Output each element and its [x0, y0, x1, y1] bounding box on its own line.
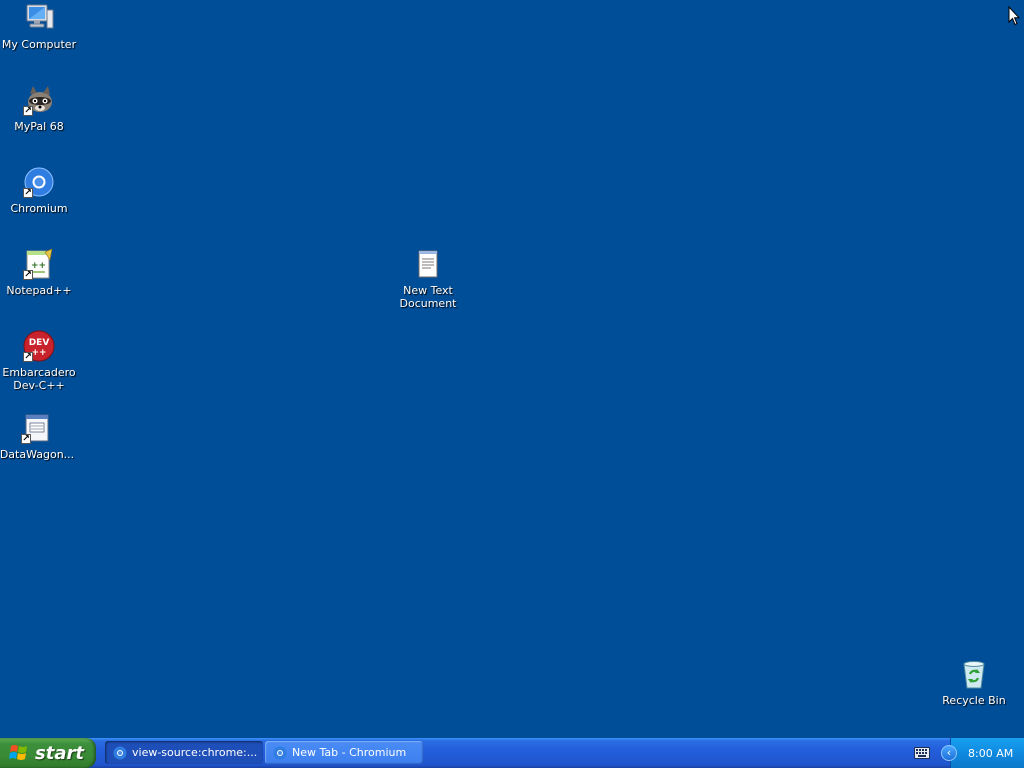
desktop-icon-dev-cpp[interactable]: DEV ++ ↗ Embarcadero Dev-C++	[0, 330, 78, 392]
desktop-icon-label: Chromium	[10, 202, 68, 215]
windows-logo-icon	[9, 745, 27, 760]
taskbar-button-new-tab[interactable]: New Tab - Chromium	[265, 741, 423, 764]
svg-text:++: ++	[31, 261, 46, 271]
desktop-icon-label: Recycle Bin	[942, 694, 1006, 707]
desktop-icon-label: New Text Document	[399, 284, 457, 310]
keyboard-icon[interactable]	[914, 747, 930, 759]
desktop-icon-label: Notepad++	[6, 284, 72, 297]
datawagon-icon: ↗	[21, 412, 53, 444]
desktop-icon-my-computer[interactable]: My Computer	[0, 2, 78, 51]
desktop-icon-label: Embarcadero Dev-C++	[2, 366, 76, 392]
shortcut-arrow-icon: ↗	[23, 188, 33, 198]
chromium-icon	[273, 746, 287, 759]
taskbar-button-label: view-source:chrome:...	[132, 746, 258, 759]
desktop: My Computer ↗ MyPal 68 ↗ Chromium ++ ↗ N…	[0, 0, 1024, 738]
recycle-bin-icon	[958, 658, 990, 690]
shortcut-arrow-icon: ↗	[21, 434, 31, 444]
dev-cpp-icon: DEV ++ ↗	[23, 330, 55, 362]
notepad-plus-plus-icon: ++ ↗	[23, 248, 55, 280]
taskbar: start view-source:chrome:... New Tab - C…	[0, 738, 1024, 768]
text-document-icon	[412, 248, 444, 280]
taskbar-button-view-source[interactable]: view-source:chrome:...	[105, 741, 263, 764]
shortcut-arrow-icon: ↗	[23, 106, 33, 116]
chevron-left-icon[interactable]: ‹	[941, 745, 957, 761]
raccoon-icon: ↗	[23, 84, 55, 116]
desktop-icon-label: MyPal 68	[14, 120, 64, 133]
desktop-icon-recycle-bin[interactable]: Recycle Bin	[935, 658, 1013, 707]
desktop-icon-chromium[interactable]: ↗ Chromium	[0, 166, 78, 215]
chromium-icon: ↗	[23, 166, 55, 198]
taskbar-button-label: New Tab - Chromium	[292, 746, 407, 759]
desktop-icon-new-text-document[interactable]: New Text Document	[389, 248, 467, 310]
mouse-cursor-icon	[1008, 6, 1020, 26]
system-tray: 8:00 AM	[950, 738, 1024, 768]
start-label: start	[35, 742, 84, 764]
start-button[interactable]: start	[0, 738, 96, 768]
computer-icon	[23, 2, 55, 34]
svg-text:DEV: DEV	[29, 338, 50, 348]
svg-text:++: ++	[31, 348, 46, 358]
chromium-icon	[113, 746, 127, 759]
desktop-icon-mypal[interactable]: ↗ MyPal 68	[0, 84, 78, 133]
shortcut-arrow-icon: ↗	[23, 352, 33, 362]
desktop-icon-datawagon[interactable]: ↗ DataWagon...	[0, 412, 76, 461]
desktop-icon-label: DataWagon...	[0, 448, 75, 461]
desktop-icon-label: My Computer	[1, 38, 77, 51]
desktop-icon-notepad-plus-plus[interactable]: ++ ↗ Notepad++	[0, 248, 78, 297]
clock[interactable]: 8:00 AM	[968, 747, 1013, 760]
shortcut-arrow-icon: ↗	[23, 270, 33, 280]
